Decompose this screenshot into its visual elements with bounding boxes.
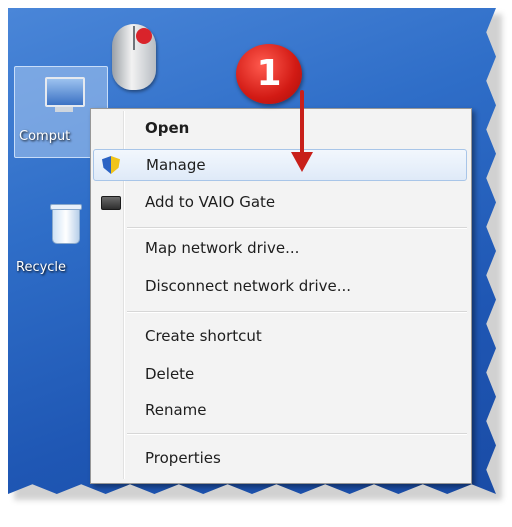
desktop-icon-label: Comput: [19, 129, 71, 144]
computer-icon: [45, 77, 85, 107]
menu-item-label: Delete: [145, 365, 195, 383]
menu-separator: [127, 433, 467, 435]
menu-item-label: Add to VAIO Gate: [145, 193, 276, 211]
menu-item-label: Open: [145, 119, 190, 137]
desktop: Comput Recycle Open Manage Add to VAIO G…: [8, 8, 496, 494]
menu-item-label: Properties: [145, 449, 221, 467]
menu-item-label: Manage: [146, 156, 206, 174]
menu-item-map-network-drive[interactable]: Map network drive...: [93, 233, 467, 263]
menu-separator: [127, 227, 467, 229]
vaio-gate-icon: [101, 196, 121, 210]
menu-item-label: Create shortcut: [145, 327, 262, 345]
recycle-bin-icon: [50, 204, 82, 244]
admin-shield-icon: [102, 156, 120, 174]
pointer-arrow-icon: [291, 90, 313, 172]
menu-item-label: Disconnect network drive...: [145, 277, 352, 295]
desktop-icon-label: Recycle: [16, 260, 67, 275]
mouse-right-button-highlight: [136, 28, 152, 44]
menu-item-label: Map network drive...: [145, 239, 300, 257]
mouse-icon: [112, 24, 156, 90]
menu-item-delete[interactable]: Delete: [93, 359, 467, 389]
monitor-stand: [55, 107, 73, 112]
screenshot-frame: Comput Recycle Open Manage Add to VAIO G…: [0, 0, 512, 527]
mouse-button-divider: [133, 26, 135, 50]
menu-item-label: Rename: [145, 401, 207, 419]
menu-item-rename[interactable]: Rename: [93, 395, 467, 425]
menu-item-properties[interactable]: Properties: [93, 443, 467, 473]
menu-item-disconnect-network-drive[interactable]: Disconnect network drive...: [93, 271, 467, 301]
menu-separator: [127, 311, 467, 313]
menu-item-add-to-vaio-gate[interactable]: Add to VAIO Gate: [93, 187, 467, 217]
menu-item-create-shortcut[interactable]: Create shortcut: [93, 321, 467, 351]
